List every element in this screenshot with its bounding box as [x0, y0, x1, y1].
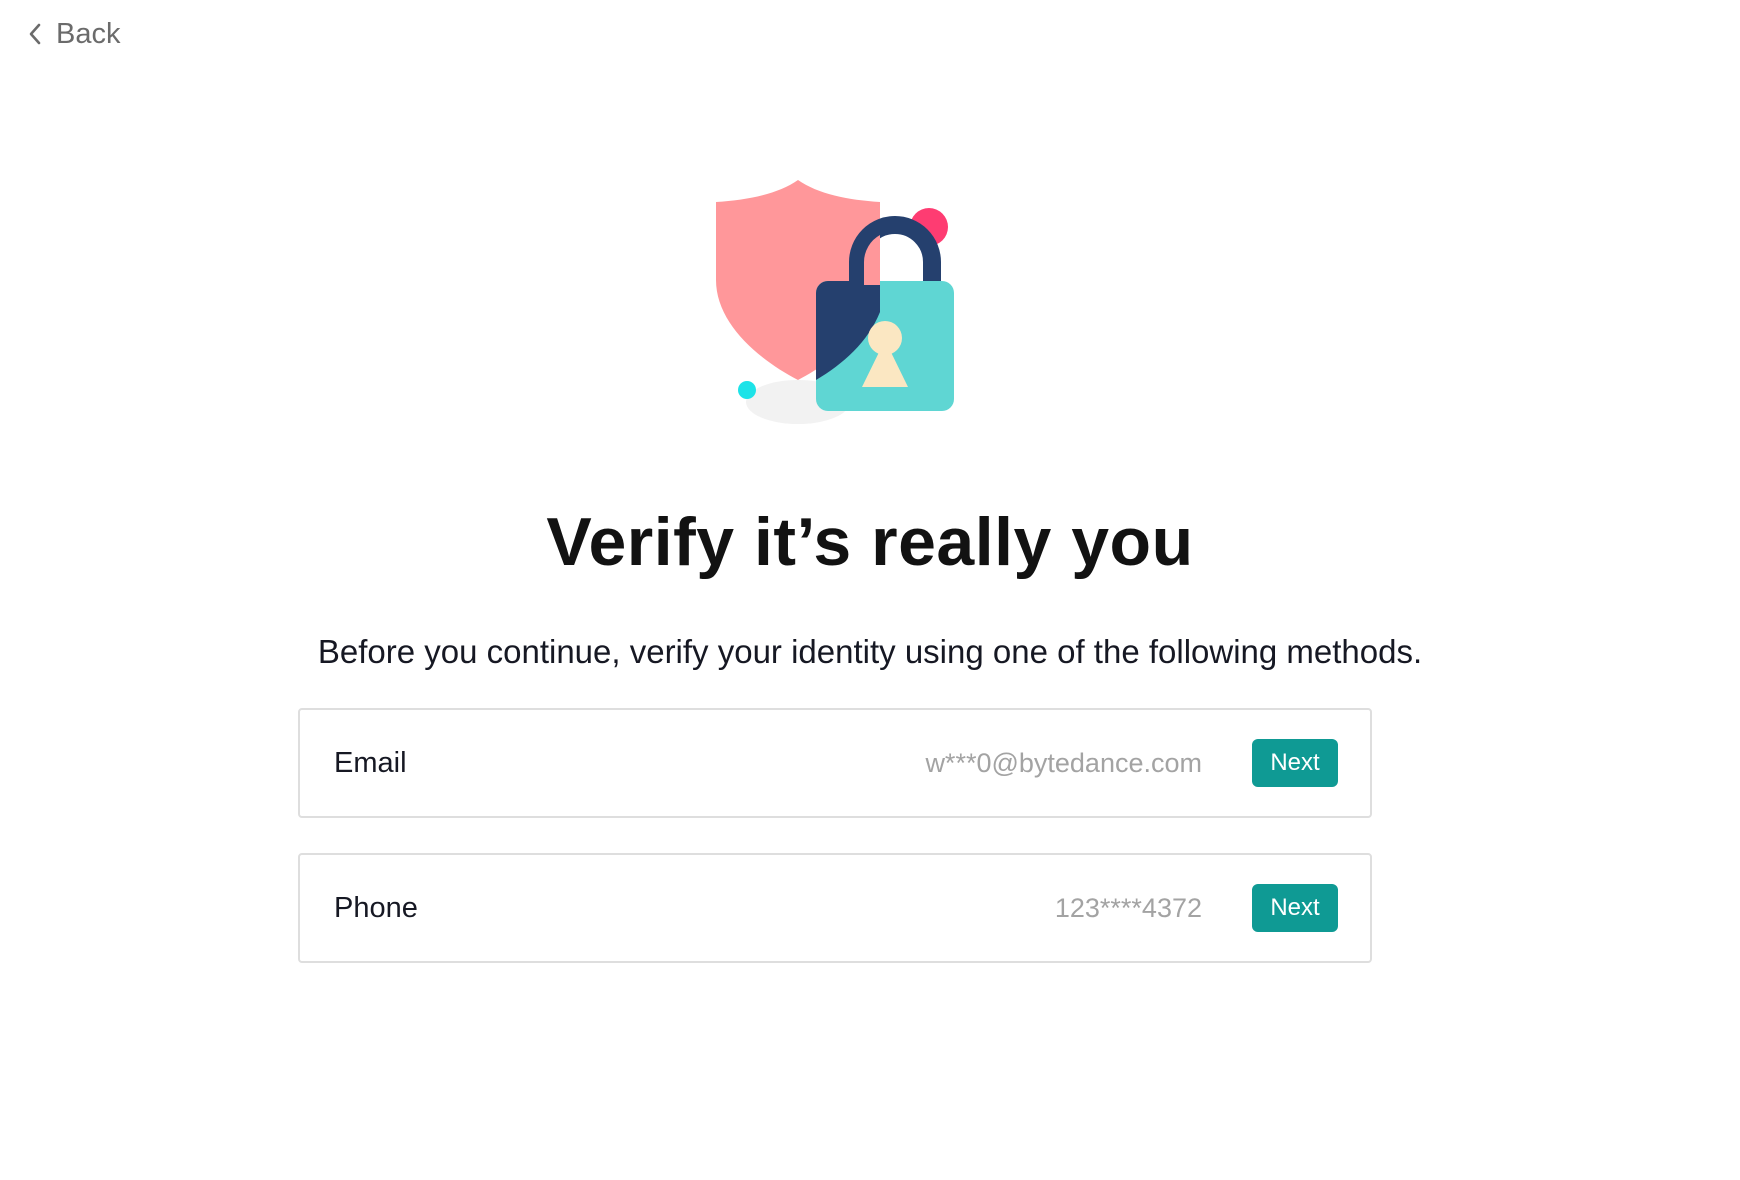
method-label: Phone [334, 891, 418, 924]
verify-method-email: Email w***0@bytedance.com Next [298, 708, 1372, 818]
email-next-button[interactable]: Next [1252, 739, 1338, 787]
masked-phone: 123****4372 [1054, 892, 1202, 923]
page-title: Verify it’s really you [546, 504, 1194, 580]
phone-next-button[interactable]: Next [1252, 884, 1338, 932]
page-subtitle: Before you continue, verify your identit… [317, 633, 1423, 670]
verify-method-phone: Phone 123****4372 Next [298, 853, 1372, 963]
shield-lock-illustration [708, 172, 968, 432]
chevron-left-icon [28, 21, 46, 47]
back-button[interactable]: Back [28, 14, 120, 54]
verify-identity-page: Back Verify it’s really you Before you c… [0, 0, 1740, 1180]
back-label: Back [56, 18, 121, 50]
masked-email: w***0@bytedance.com [925, 747, 1202, 778]
method-label: Email [334, 746, 407, 779]
